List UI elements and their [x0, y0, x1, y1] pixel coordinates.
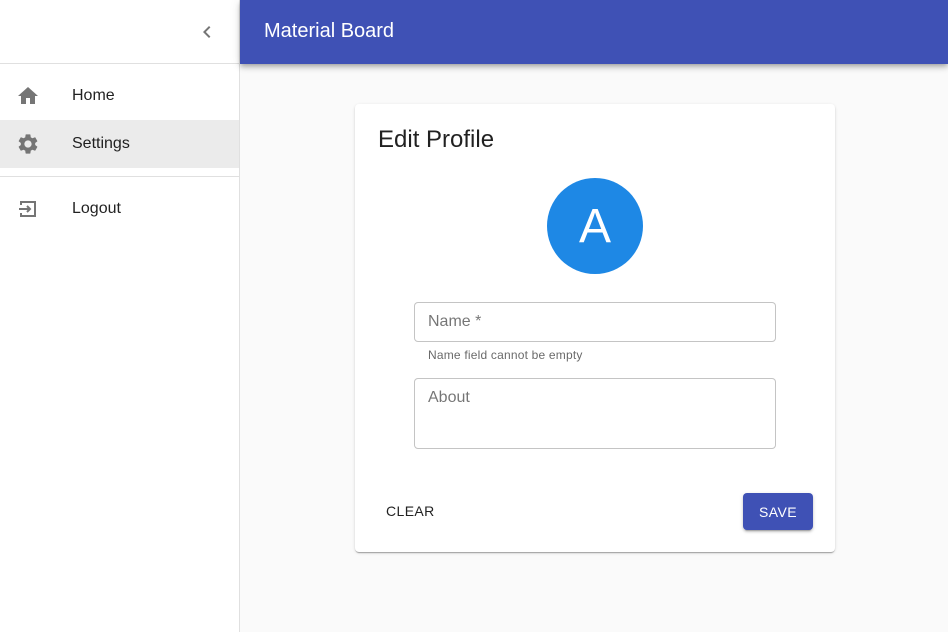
nav-item-logout[interactable]: Logout	[0, 185, 239, 233]
avatar: A	[547, 178, 643, 274]
nav-item-settings[interactable]: Settings	[0, 120, 239, 168]
clear-button[interactable]: CLEAR	[377, 493, 444, 529]
nav-item-home[interactable]: Home	[0, 72, 239, 120]
name-field[interactable]: Name *	[414, 302, 776, 342]
home-icon	[16, 84, 40, 108]
nav-item-label: Home	[72, 87, 115, 104]
app-bar: Material Board	[240, 0, 948, 64]
about-field[interactable]: About	[414, 378, 776, 449]
logout-icon	[16, 197, 40, 221]
nav-item-label: Settings	[72, 135, 130, 152]
drawer-header	[0, 0, 239, 64]
gear-icon	[16, 132, 40, 156]
name-helper-text: Name field cannot be empty	[428, 348, 583, 362]
about-field-label: About	[428, 389, 470, 406]
app-title: Material Board	[264, 20, 395, 42]
collapse-drawer-button[interactable]	[195, 20, 219, 44]
chevron-left-icon	[203, 26, 211, 38]
nav-drawer: Home Settings Logout	[0, 0, 240, 632]
edit-profile-card: Edit Profile A Name * Name field cannot …	[355, 104, 835, 552]
nav-list: Home Settings	[0, 64, 239, 168]
card-title: Edit Profile	[378, 126, 495, 153]
save-button[interactable]: SAVE	[743, 493, 813, 530]
drawer-divider	[0, 176, 239, 177]
nav-item-label: Logout	[72, 200, 121, 217]
nav-list-secondary: Logout	[0, 185, 239, 233]
name-field-label: Name *	[428, 313, 482, 330]
